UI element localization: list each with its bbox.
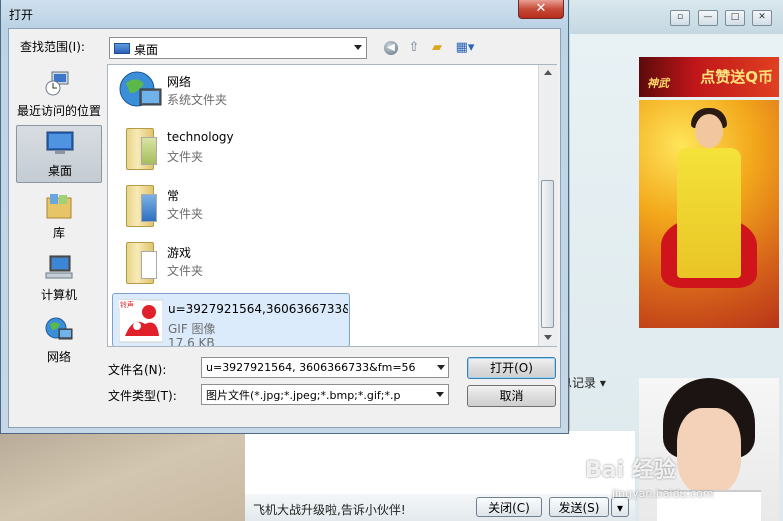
- chat-input-area[interactable]: [245, 431, 635, 494]
- scroll-down-icon[interactable]: [544, 335, 552, 340]
- place-desktop[interactable]: 桌面: [16, 125, 102, 183]
- desktop-icon: [46, 131, 74, 154]
- send-options-dropdown[interactable]: ▾: [611, 497, 629, 517]
- new-folder-icon: ▰: [432, 40, 442, 55]
- place-label: 最近访问的位置: [16, 104, 101, 118]
- chat-status-text: 飞机大战升级啦,告诉小伙伴!: [253, 503, 406, 517]
- chevron-down-icon: ▾: [616, 501, 624, 515]
- place-label: 计算机: [40, 288, 77, 302]
- list-item-selected[interactable]: 铃声 u=3927921564,3606366733&... GIF 图像 17…: [112, 293, 350, 347]
- list-item[interactable]: 网络 系统文件夹: [112, 65, 350, 120]
- file-type-dropdown[interactable]: 图片文件(*.jpg;*.jpeg;*.bmp;*.gif;*.p: [201, 384, 449, 405]
- ad-banner[interactable]: 神武 点赞送Q币: [639, 57, 779, 97]
- chevron-down-icon: [354, 45, 362, 50]
- view-menu-button[interactable]: ▦▾: [451, 39, 479, 57]
- up-folder-button[interactable]: ⇧: [404, 39, 424, 57]
- file-name: 游戏: [167, 246, 192, 260]
- svg-text:铃声: 铃声: [120, 300, 134, 309]
- chat-minimize-icon[interactable]: —: [698, 10, 718, 26]
- file-name-label: 文件名(N):: [108, 363, 167, 377]
- computer-icon: [45, 255, 73, 279]
- file-list-scrollbar[interactable]: [538, 65, 557, 346]
- desktop-icon: [114, 43, 130, 54]
- dialog-titlebar[interactable]: 打开 ✕: [1, 0, 568, 27]
- place-label: 库: [52, 226, 65, 240]
- network-icon: [45, 317, 73, 340]
- file-type: 文件夹: [167, 264, 204, 278]
- cancel-button[interactable]: 取消: [467, 385, 556, 407]
- dialog-title: 打开: [9, 8, 34, 22]
- file-name: technology: [167, 130, 234, 144]
- chat-close-icon[interactable]: ✕: [752, 10, 772, 26]
- new-folder-button[interactable]: ▰: [427, 39, 447, 57]
- folder-icon: [118, 126, 162, 172]
- avatar-face: [677, 408, 741, 494]
- chat-close-button[interactable]: 关闭(C): [476, 497, 542, 517]
- ad-figure-body: [677, 148, 741, 278]
- file-name: 常: [167, 189, 180, 203]
- place-libraries[interactable]: 库: [16, 188, 102, 246]
- look-in-value: 桌面: [134, 43, 159, 57]
- file-type-value: 图片文件(*.jpg;*.jpeg;*.bmp;*.gif;*.p: [206, 389, 401, 402]
- place-label: 网络: [46, 350, 71, 364]
- dialog-close-button[interactable]: ✕: [518, 0, 564, 19]
- file-size: 17.6 KB: [168, 336, 215, 347]
- places-bar: 最近访问的位置 桌面 库 计算机 网络: [14, 64, 104, 374]
- chevron-down-icon: [436, 392, 444, 397]
- file-name-input[interactable]: [201, 357, 449, 378]
- up-folder-icon: ⇧: [408, 40, 420, 55]
- file-type-label: 文件类型(T):: [108, 389, 177, 403]
- open-button[interactable]: 打开(O): [467, 357, 556, 379]
- file-type: 文件夹: [167, 150, 204, 164]
- place-recent[interactable]: 最近访问的位置: [16, 66, 102, 124]
- file-type: GIF 图像: [168, 322, 216, 336]
- chat-maximize-icon[interactable]: □: [725, 10, 745, 26]
- list-item[interactable]: technology 文件夹: [112, 122, 350, 177]
- network-icon: [119, 71, 162, 107]
- place-computer[interactable]: 计算机: [16, 250, 102, 308]
- gif-thumbnail: 铃声: [119, 299, 163, 343]
- chat-menu-icon[interactable]: ▫: [670, 10, 690, 26]
- file-name: 网络: [167, 75, 192, 89]
- folder-icon: [118, 183, 162, 229]
- ad-logo: 神武: [647, 77, 669, 90]
- file-list[interactable]: 网络 系统文件夹 technology 文件夹 常 文件夹 游戏 文件夹 铃声 …: [107, 64, 557, 347]
- recent-places-icon: [45, 71, 69, 96]
- file-name: u=3927921564,3606366733&...: [168, 302, 348, 316]
- ad-character-image[interactable]: [639, 100, 779, 328]
- sand-wallpaper: [0, 430, 245, 521]
- list-item[interactable]: 常 文件夹: [112, 179, 350, 234]
- back-button[interactable]: ◀: [381, 39, 401, 57]
- list-item[interactable]: 游戏 文件夹: [112, 236, 350, 291]
- file-type: 系统文件夹: [167, 93, 228, 107]
- look-in-dropdown[interactable]: 桌面: [109, 37, 367, 59]
- place-label: 桌面: [47, 164, 72, 178]
- chat-send-button[interactable]: 发送(S): [549, 497, 609, 517]
- scroll-thumb[interactable]: [541, 180, 554, 328]
- back-arrow-icon: ◀: [384, 40, 398, 55]
- chat-bottom-bar: 飞机大战升级啦,告诉小伙伴! 关闭(C) 发送(S) ▾: [245, 494, 635, 521]
- chat-titlebar: ▫ — □ ✕: [570, 0, 783, 34]
- file-type: 文件夹: [167, 207, 204, 221]
- scroll-up-icon[interactable]: [544, 70, 552, 75]
- folder-icon: [118, 240, 162, 286]
- ad-banner-text: 点赞送Q币: [700, 68, 773, 86]
- libraries-icon: [46, 194, 72, 219]
- place-network[interactable]: 网络: [16, 312, 102, 370]
- ad-figure-head: [695, 114, 723, 148]
- chevron-down-icon[interactable]: [437, 365, 445, 370]
- baidu-watermark: Bai 经验: [585, 458, 676, 483]
- look-in-label: 查找范围(I):: [20, 40, 85, 54]
- baidu-watermark-url: jingyan.baidu.com: [612, 487, 714, 500]
- view-menu-icon: ▦▾: [455, 40, 475, 55]
